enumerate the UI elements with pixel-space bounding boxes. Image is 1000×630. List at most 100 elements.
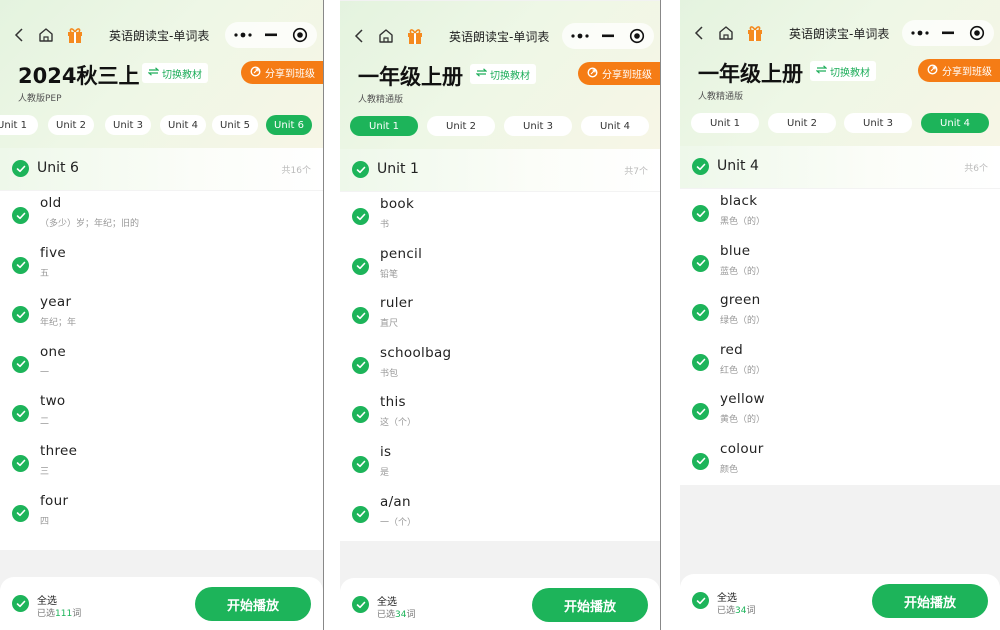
more-icon[interactable] [566,23,594,49]
unit-tab[interactable]: Unit 2 [48,115,94,135]
word-check-icon[interactable] [692,353,709,371]
minimize-icon[interactable] [259,22,283,48]
close-target-icon[interactable] [624,23,650,49]
select-all-check-icon[interactable] [352,596,369,613]
word-check-icon[interactable] [352,307,369,325]
word-check-icon[interactable] [12,504,29,522]
word-check-icon[interactable] [692,452,709,470]
unit-tab[interactable]: Unit 2 [427,116,495,136]
word-check-icon[interactable] [352,257,369,275]
unit-tab[interactable]: Unit 3 [504,116,572,136]
minimize-icon[interactable] [596,23,620,49]
unit-tab[interactable]: Unit 4 [581,116,649,136]
word-check-icon[interactable] [12,256,29,274]
word-item[interactable]: five 五 [0,241,323,291]
start-play-button[interactable]: 开始播放 [872,584,988,618]
share-to-class-button[interactable]: 分享到班级 [578,62,660,85]
word-item[interactable]: four 四 [0,489,323,539]
unit-tab[interactable]: Unit 1 [0,115,38,135]
word-check-icon[interactable] [692,254,709,272]
unit-tab[interactable]: Unit 6 [266,115,312,135]
home-icon[interactable] [716,23,736,43]
word-item[interactable]: yellow 黄色（的） [680,387,1000,437]
switch-textbook-button[interactable]: 切换教材 [470,64,536,84]
word-item[interactable]: colour 颜色 [680,437,1000,487]
word-item[interactable]: blue 蓝色（的） [680,239,1000,289]
word-item[interactable]: one 一 [0,340,323,390]
word-check-icon[interactable] [352,406,369,424]
share-to-class-button[interactable]: 分享到班级 [918,59,1000,82]
word-check-icon[interactable] [12,405,29,423]
unit-tab[interactable]: Unit 1 [350,116,418,136]
select-all-label[interactable]: 全选 [717,589,737,604]
word-item[interactable]: black 黑色（的） [680,189,1000,239]
start-play-button[interactable]: 开始播放 [532,588,648,622]
word-item[interactable]: pencil 铅笔 [340,242,660,292]
word-check-icon[interactable] [12,207,29,224]
unit-tab[interactable]: Unit 2 [768,113,836,133]
minimize-icon[interactable] [936,20,960,46]
word-item[interactable]: schoolbag 书包 [340,341,660,391]
back-icon[interactable] [350,26,370,46]
word-item[interactable]: year 年纪；年 [0,290,323,340]
unit-tab[interactable]: Unit 3 [844,113,912,133]
home-icon[interactable] [376,26,396,46]
back-icon[interactable] [690,23,710,43]
switch-textbook-label: 切换教材 [830,67,870,79]
word-check-icon[interactable] [12,306,29,324]
word-english: four [40,492,69,509]
more-icon[interactable] [906,20,934,46]
gift-icon[interactable] [745,23,765,43]
unit-tab[interactable]: Unit 3 [105,115,151,135]
word-check-icon[interactable] [12,355,29,373]
back-icon[interactable] [10,25,30,45]
word-check-icon[interactable] [352,505,369,523]
word-item[interactable]: this 这（个） [340,390,660,440]
word-check-icon[interactable] [12,454,29,472]
select-all-label[interactable]: 全选 [377,593,397,608]
word-item[interactable]: three 三 [0,439,323,489]
word-check-icon[interactable] [692,403,709,421]
word-meaning: 书 [380,220,390,230]
share-to-class-button[interactable]: 分享到班级 [241,61,323,84]
unit-check-icon[interactable] [12,160,29,177]
word-item[interactable]: red 红色（的） [680,338,1000,388]
word-item[interactable]: green 绿色（的） [680,288,1000,338]
unit-tab[interactable]: Unit 1 [691,113,759,133]
unit-tab[interactable]: Unit 4 [921,113,989,133]
selected-suffix: 词 [746,606,756,616]
select-all-check-icon[interactable] [692,592,709,609]
word-check-icon[interactable] [692,304,709,322]
more-icon[interactable] [229,22,257,48]
mini-program-capsule [562,23,654,49]
close-target-icon[interactable] [287,22,313,48]
gift-icon[interactable] [405,26,425,46]
start-play-button[interactable]: 开始播放 [195,587,311,621]
word-item[interactable]: is 是 [340,440,660,490]
close-target-icon[interactable] [964,20,990,46]
home-icon[interactable] [36,25,56,45]
word-item[interactable]: book 书 [340,192,660,242]
word-english: green [720,292,761,309]
gift-icon[interactable] [65,25,85,45]
select-all-label[interactable]: 全选 [37,592,57,607]
word-item[interactable]: two 二 [0,389,323,439]
word-check-icon[interactable] [352,455,369,473]
unit-tab[interactable]: Unit 5 [212,115,258,135]
switch-textbook-button[interactable]: 切换教材 [810,61,876,81]
unit-tab[interactable]: Unit 4 [160,115,206,135]
word-list: Unit 1 共7个 book 书 pencil 铅笔 ruler 直尺 schoolbag 书包… [340,149,660,541]
word-item[interactable]: ruler 直尺 [340,291,660,341]
unit-check-icon[interactable] [692,158,709,175]
word-check-icon[interactable] [352,208,369,225]
unit-check-icon[interactable] [352,161,369,178]
word-english: five [40,244,66,261]
word-english: colour [720,440,764,457]
word-check-icon[interactable] [352,356,369,374]
word-item[interactable]: a/an 一（个） [340,490,660,540]
word-item[interactable]: old （多少）岁；年纪；旧的 [0,191,323,241]
switch-textbook-button[interactable]: 切换教材 [142,63,208,83]
word-english: a/an [380,493,411,510]
select-all-check-icon[interactable] [12,595,29,612]
word-check-icon[interactable] [692,205,709,222]
